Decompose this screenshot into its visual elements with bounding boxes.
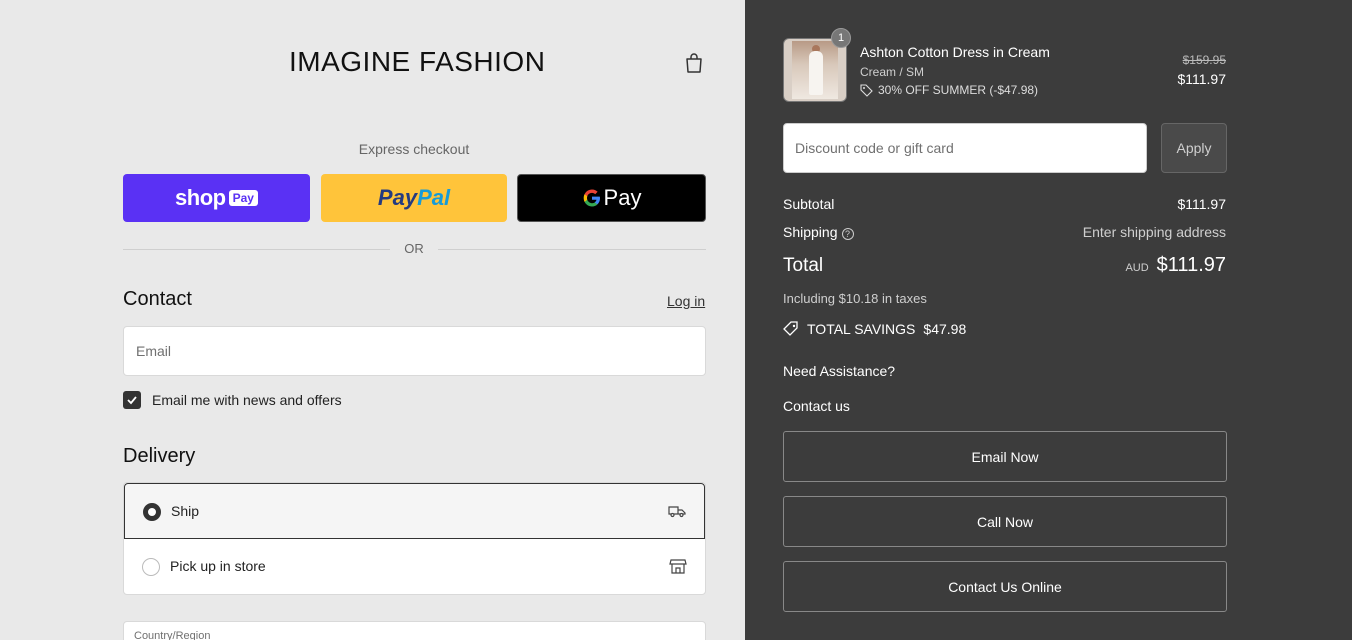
delivery-option-pickup[interactable]: Pick up in store xyxy=(124,539,705,594)
store-logo[interactable]: IMAGINE FASHION xyxy=(289,46,545,78)
paypal-button[interactable]: Pay Pal xyxy=(321,174,507,222)
discount-field-wrapper xyxy=(783,123,1147,173)
product-discount: 30% OFF SUMMER (-$47.98) xyxy=(860,83,1038,97)
shipping-label: Shipping xyxy=(783,224,838,240)
email-field[interactable] xyxy=(124,327,705,375)
call-now-button[interactable]: Call Now xyxy=(783,496,1227,547)
currency-code: AUD xyxy=(1125,262,1149,274)
product-name: Ashton Cotton Dress in Cream xyxy=(860,44,1050,60)
shop-pay-badge: Pay xyxy=(228,190,258,206)
subtotal-value: $111.97 xyxy=(1177,196,1226,212)
delivery-options: Ship Pick up in store xyxy=(123,482,706,595)
total-label: Total xyxy=(783,255,824,276)
delivery-option-ship[interactable]: Ship xyxy=(124,483,705,539)
paypal-wordmark-1: Pay xyxy=(377,185,418,210)
savings-value: $47.98 xyxy=(923,321,967,337)
sale-price: $111.97 xyxy=(1177,71,1226,87)
taxes-note: Including $10.18 in taxes xyxy=(783,291,927,306)
store-icon xyxy=(669,559,687,574)
savings-label: TOTAL SAVINGS xyxy=(807,321,916,337)
newsletter-label[interactable]: Email me with news and offers xyxy=(152,392,342,408)
savings-tag-icon xyxy=(783,321,798,336)
order-summary: 1 Ashton Cotton Dress in Cream Cream / S… xyxy=(745,0,1352,640)
contact-us-online-button[interactable]: Contact Us Online xyxy=(783,561,1227,612)
apply-button[interactable]: Apply xyxy=(1161,123,1227,173)
shopping-bag-icon[interactable] xyxy=(684,52,704,74)
shop-pay-wordmark: shop xyxy=(175,185,226,210)
ship-label: Ship xyxy=(171,503,200,519)
google-pay-wordmark: Pay xyxy=(603,185,642,210)
google-g-icon xyxy=(583,189,600,207)
delivery-heading: Delivery xyxy=(123,445,196,467)
pickup-label: Pick up in store xyxy=(170,558,266,574)
country-label: Country/Region xyxy=(134,630,211,640)
product-variant: Cream / SM xyxy=(860,65,925,79)
ship-radio[interactable] xyxy=(143,503,161,521)
google-pay-button[interactable]: Pay xyxy=(517,174,706,222)
total-value-row: AUD $111.97 xyxy=(1125,254,1226,277)
total-value: $111.97 xyxy=(1156,254,1226,276)
contact-heading: Contact xyxy=(123,288,192,310)
pickup-radio[interactable] xyxy=(142,558,160,576)
shop-pay-button[interactable]: shop Pay xyxy=(123,174,310,222)
product-image xyxy=(792,41,838,99)
or-divider-label: OR xyxy=(404,241,424,256)
email-now-button[interactable]: Email Now xyxy=(783,431,1227,482)
country-field[interactable] xyxy=(123,621,706,640)
divider-right xyxy=(438,249,706,250)
quantity-badge: 1 xyxy=(831,28,851,48)
paypal-wordmark-2: Pal xyxy=(417,185,451,210)
product-discount-text: 30% OFF SUMMER (-$47.98) xyxy=(878,83,1039,97)
model-dress xyxy=(809,51,823,95)
express-checkout-label: Express checkout xyxy=(358,141,470,157)
checkmark-icon xyxy=(127,396,137,405)
newsletter-checkbox[interactable] xyxy=(123,391,141,409)
tag-icon xyxy=(860,83,873,97)
help-icon[interactable]: ? xyxy=(841,228,854,240)
truck-icon xyxy=(668,506,686,518)
email-field-wrapper xyxy=(123,326,706,376)
divider-left xyxy=(123,249,390,250)
discount-code-field[interactable] xyxy=(784,124,1146,172)
contact-us-label: Contact us xyxy=(783,398,850,414)
total-savings: TOTAL SAVINGS $47.98 xyxy=(783,321,966,337)
subtotal-label: Subtotal xyxy=(783,196,835,212)
shipping-label-row: Shipping? xyxy=(783,224,854,240)
original-price: $159.95 xyxy=(1182,53,1226,67)
assistance-heading: Need Assistance? xyxy=(783,363,896,379)
login-link[interactable]: Log in xyxy=(667,293,705,309)
checkout-main: IMAGINE FASHION Express checkout shop Pa… xyxy=(0,0,745,640)
shipping-value: Enter shipping address xyxy=(1082,224,1226,240)
